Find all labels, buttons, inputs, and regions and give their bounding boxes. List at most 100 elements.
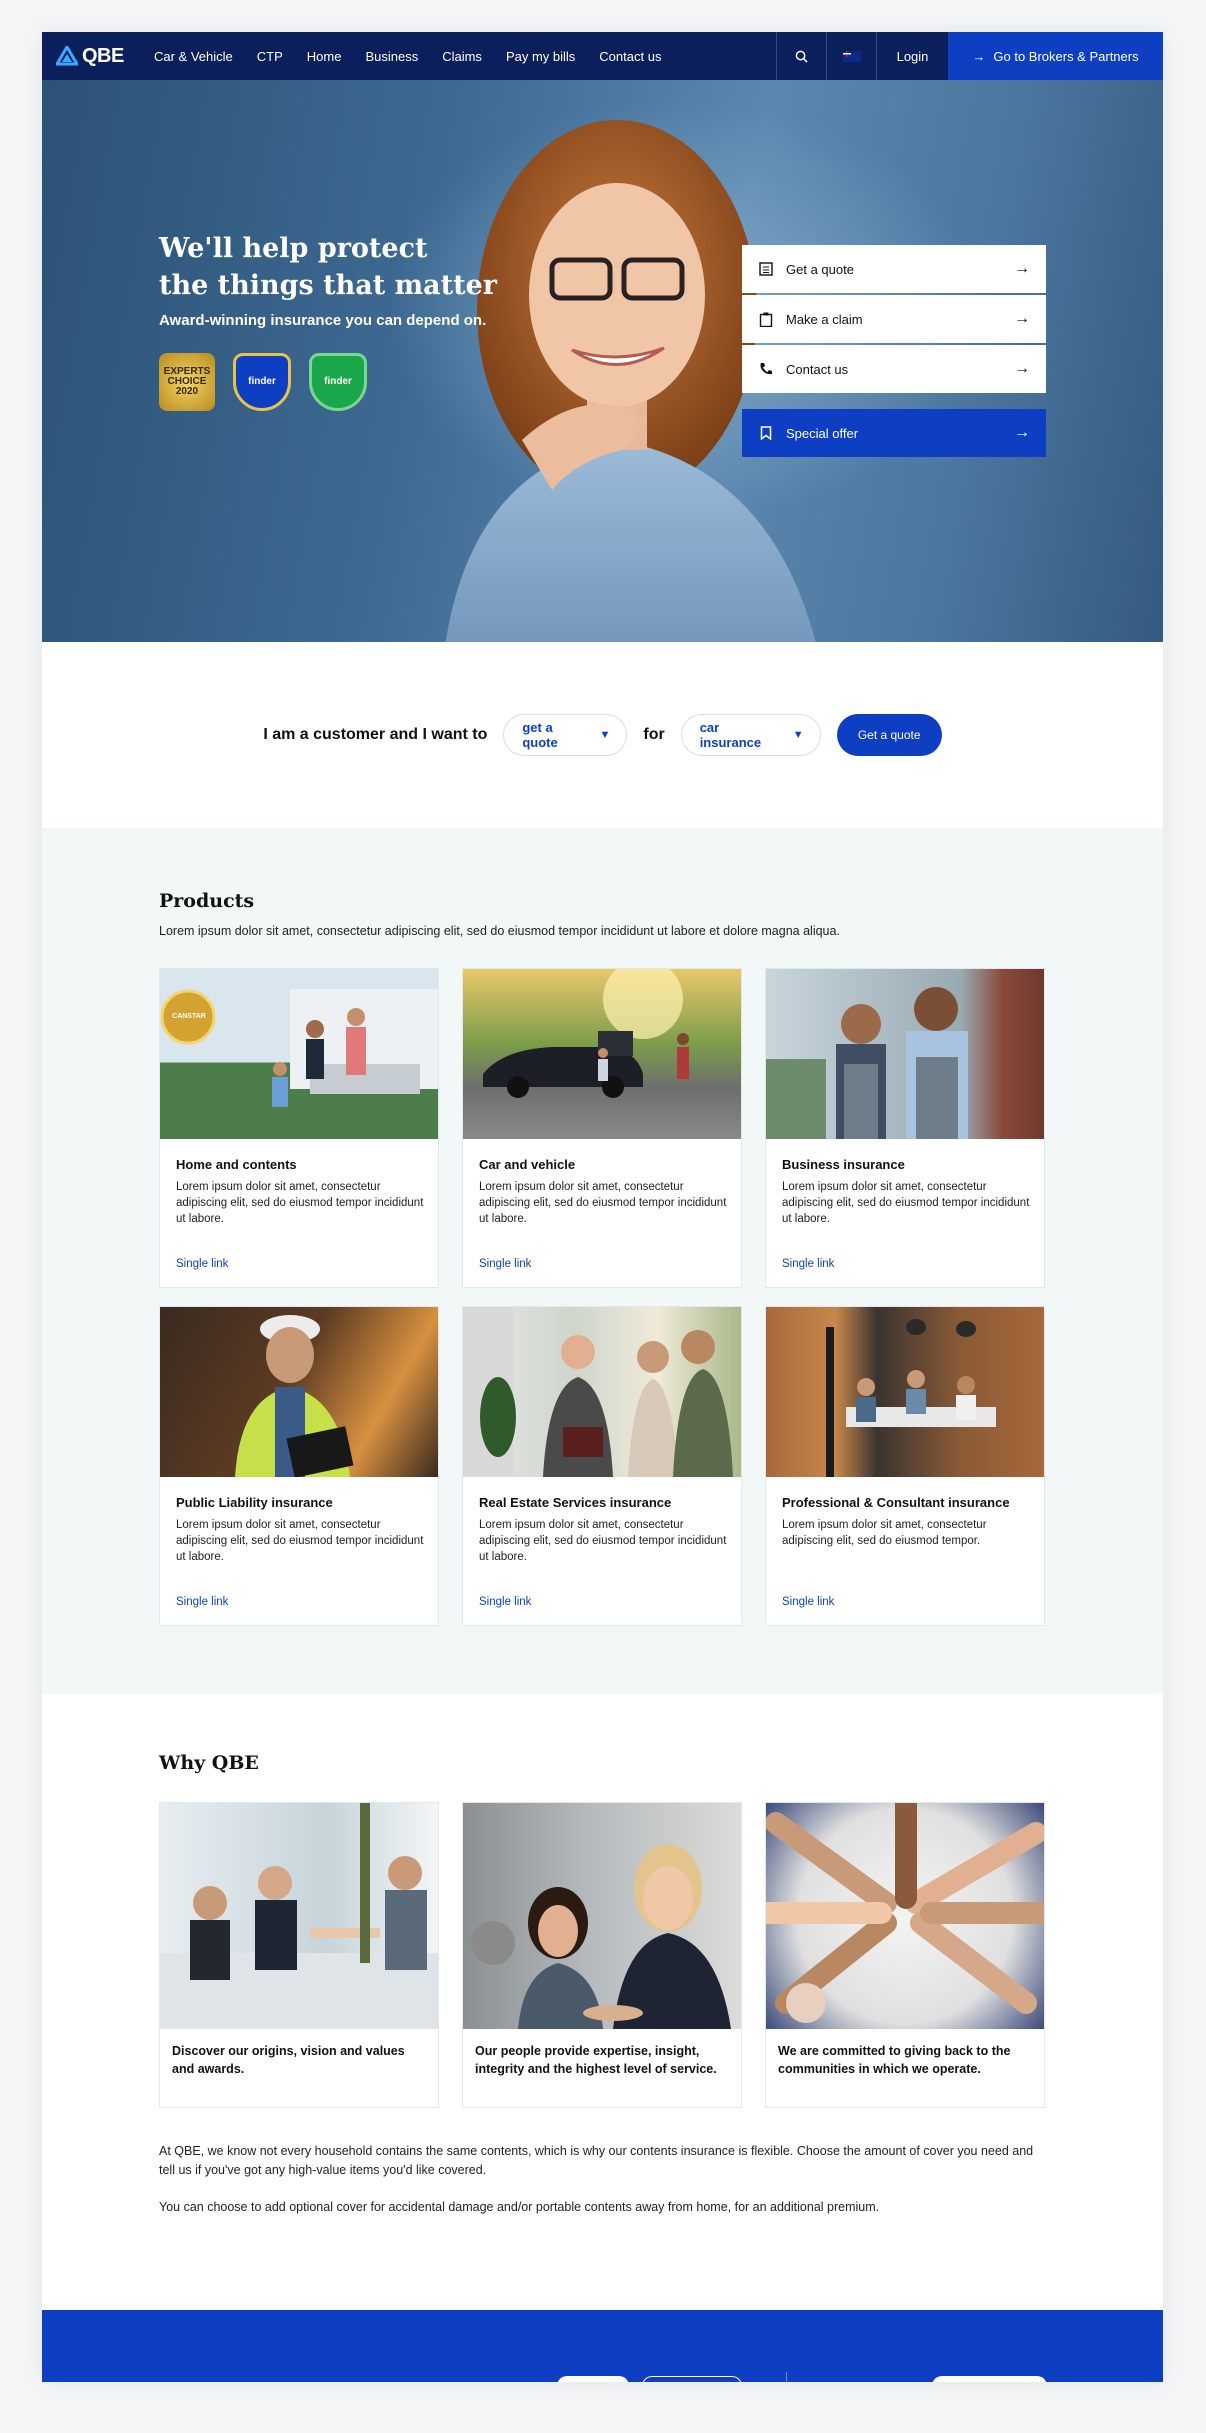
nav-link-home[interactable]: Home bbox=[295, 32, 354, 80]
product-card-public-liability[interactable]: Public Liability insurance Lorem ipsum d… bbox=[159, 1306, 439, 1626]
get-a-quote-submit[interactable]: Get a quote bbox=[836, 714, 942, 756]
card-title: Business insurance bbox=[782, 1157, 905, 1172]
real-estate-agents-photo bbox=[463, 1307, 741, 1477]
bookmark-icon bbox=[758, 425, 774, 441]
product-dropdown-value: car insurance bbox=[699, 720, 762, 750]
products-description: Lorem ipsum dolor sit amet, consectetur … bbox=[159, 924, 840, 938]
card-text: Lorem ipsum dolor sit amet, consectetur … bbox=[479, 1181, 727, 1225]
phone-icon bbox=[758, 361, 774, 377]
product-card-real-estate[interactable]: Real Estate Services insurance Lorem ips… bbox=[462, 1306, 742, 1626]
office-meeting-photo bbox=[766, 1307, 1044, 1477]
get-a-quote-button[interactable]: Get a quote → bbox=[742, 245, 1046, 293]
why-card-caption: Our people provide expertise, insight, i… bbox=[475, 2044, 717, 2076]
product-card-business[interactable]: Business insurance Lorem ipsum dolor sit… bbox=[765, 968, 1045, 1288]
brokers-partners-button[interactable]: → Go to Brokers & Partners bbox=[948, 32, 1163, 80]
canstar-award-badge: CANSTAR bbox=[172, 1013, 206, 1020]
why-qbe-title: Why QBE bbox=[159, 1752, 259, 1774]
footer-button-partial[interactable] bbox=[932, 2376, 1047, 2382]
why-paragraph-1: At QBE, we know not every household cont… bbox=[159, 2144, 1034, 2177]
make-a-claim-label: Make a claim bbox=[786, 311, 863, 327]
contact-us-button[interactable]: Contact us → bbox=[742, 345, 1046, 393]
contact-us-label: Contact us bbox=[786, 361, 849, 377]
finder-award-icon: finder bbox=[309, 353, 367, 411]
make-a-claim-button[interactable]: Make a claim → bbox=[742, 295, 1046, 343]
hero-title-line1: We'll help protect bbox=[159, 233, 428, 264]
car-family-photo bbox=[463, 969, 741, 1139]
team-discussion-photo bbox=[463, 1803, 741, 2029]
special-offer-button[interactable]: Special offer → bbox=[742, 409, 1046, 457]
card-title: Real Estate Services insurance bbox=[479, 1495, 672, 1510]
top-nav: QBE Car & Vehicle CTP Home Business Clai… bbox=[42, 32, 1163, 80]
arrow-right-icon: → bbox=[1014, 260, 1030, 277]
product-card-professional[interactable]: Professional & Consultant insurance Lore… bbox=[765, 1306, 1045, 1626]
nav-link-contact[interactable]: Contact us bbox=[587, 32, 673, 80]
card-text: Lorem ipsum dolor sit amet, consectetur … bbox=[176, 1519, 424, 1563]
brokers-label: Go to Brokers & Partners bbox=[993, 48, 1139, 64]
nav-links: Car & Vehicle CTP Home Business Claims P… bbox=[142, 32, 673, 80]
product-card-car[interactable]: Car and vehicle Lorem ipsum dolor sit am… bbox=[462, 968, 742, 1288]
stacked-hands-photo bbox=[766, 1803, 1044, 2029]
card-text: Lorem ipsum dolor sit amet, consectetur … bbox=[782, 1519, 987, 1547]
chevron-down-icon: ▼ bbox=[792, 729, 804, 741]
arrow-right-icon: → bbox=[1014, 424, 1030, 441]
footer-band bbox=[42, 2310, 1163, 2382]
hero-title-line2: the things that matter bbox=[159, 270, 498, 301]
nav-link-claims[interactable]: Claims bbox=[430, 32, 494, 80]
card-title: Professional & Consultant insurance bbox=[782, 1495, 1010, 1510]
login-link[interactable]: Login bbox=[876, 32, 948, 80]
action-dropdown[interactable]: get a quote ▼ bbox=[503, 714, 628, 756]
why-card-caption: Discover our origins, vision and values … bbox=[172, 2044, 405, 2076]
footer-button-partial[interactable] bbox=[557, 2376, 629, 2382]
products-section: Products Lorem ipsum dolor sit amet, con… bbox=[42, 828, 1163, 1694]
footer-divider bbox=[786, 2372, 787, 2382]
why-card-origins[interactable]: Discover our origins, vision and values … bbox=[159, 1802, 439, 2108]
construction-worker-photo bbox=[160, 1307, 438, 1477]
nav-link-pay-bills[interactable]: Pay my bills bbox=[494, 32, 587, 80]
search-button[interactable] bbox=[776, 32, 826, 80]
card-link[interactable]: Single link bbox=[176, 1258, 228, 1270]
arrow-right-icon: → bbox=[972, 48, 986, 64]
hero-banner: We'll help protect the things that matte… bbox=[42, 80, 1163, 642]
search-icon bbox=[795, 50, 808, 63]
card-link[interactable]: Single link bbox=[782, 1258, 834, 1270]
footer-button-partial[interactable] bbox=[642, 2376, 742, 2382]
arrow-right-icon: → bbox=[1014, 310, 1030, 327]
hero-quick-menu: Get a quote → Make a claim → Contact us … bbox=[742, 245, 1046, 459]
qbe-logo[interactable]: QBE bbox=[42, 45, 142, 68]
hero-subtitle: Award-winning insurance you can depend o… bbox=[159, 312, 487, 329]
card-text: Lorem ipsum dolor sit amet, consectetur … bbox=[479, 1519, 727, 1563]
awards-row: EXPERTS CHOICE 2020 finder finder bbox=[159, 353, 499, 411]
nav-link-business[interactable]: Business bbox=[353, 32, 430, 80]
page-frame: QBE Car & Vehicle CTP Home Business Clai… bbox=[42, 32, 1163, 2382]
selector-prefix: I am a customer and I want to bbox=[263, 726, 488, 743]
card-link[interactable]: Single link bbox=[782, 1596, 834, 1608]
business-owners-photo bbox=[766, 969, 1044, 1139]
region-selector[interactable] bbox=[826, 32, 876, 80]
quote-selector: I am a customer and I want to get a quot… bbox=[42, 642, 1163, 828]
nav-link-car-vehicle[interactable]: Car & Vehicle bbox=[142, 32, 245, 80]
why-card-people[interactable]: Our people provide expertise, insight, i… bbox=[462, 1802, 742, 2108]
finder-award-icon: finder bbox=[233, 353, 291, 411]
card-title: Car and vehicle bbox=[479, 1157, 576, 1172]
get-a-quote-label: Get a quote bbox=[786, 261, 854, 277]
why-card-caption: We are committed to giving back to the c… bbox=[778, 2044, 1011, 2076]
card-link[interactable]: Single link bbox=[479, 1596, 531, 1608]
calculator-icon bbox=[758, 261, 774, 277]
hero-text: We'll help protect the things that matte… bbox=[159, 230, 499, 411]
chevron-down-icon: ▼ bbox=[599, 729, 611, 741]
card-link[interactable]: Single link bbox=[479, 1258, 531, 1270]
why-card-community[interactable]: We are committed to giving back to the c… bbox=[765, 1802, 1045, 2108]
nav-right: Login → Go to Brokers & Partners bbox=[776, 32, 1163, 80]
card-title: Home and contents bbox=[176, 1157, 297, 1172]
card-link[interactable]: Single link bbox=[176, 1596, 228, 1608]
why-paragraph-2: You can choose to add optional cover for… bbox=[159, 2200, 880, 2214]
arrow-right-icon: → bbox=[1014, 360, 1030, 377]
brand-name: QBE bbox=[82, 44, 124, 67]
product-card-home[interactable]: CANSTAR Home and contents Lorem ipsum do… bbox=[159, 968, 439, 1288]
product-dropdown[interactable]: car insurance ▼ bbox=[680, 714, 821, 756]
clipboard-icon bbox=[758, 311, 774, 327]
nav-link-ctp[interactable]: CTP bbox=[245, 32, 295, 80]
selector-connector: for bbox=[643, 726, 665, 743]
special-offer-label: Special offer bbox=[786, 425, 859, 441]
qbe-logo-icon bbox=[56, 46, 78, 66]
